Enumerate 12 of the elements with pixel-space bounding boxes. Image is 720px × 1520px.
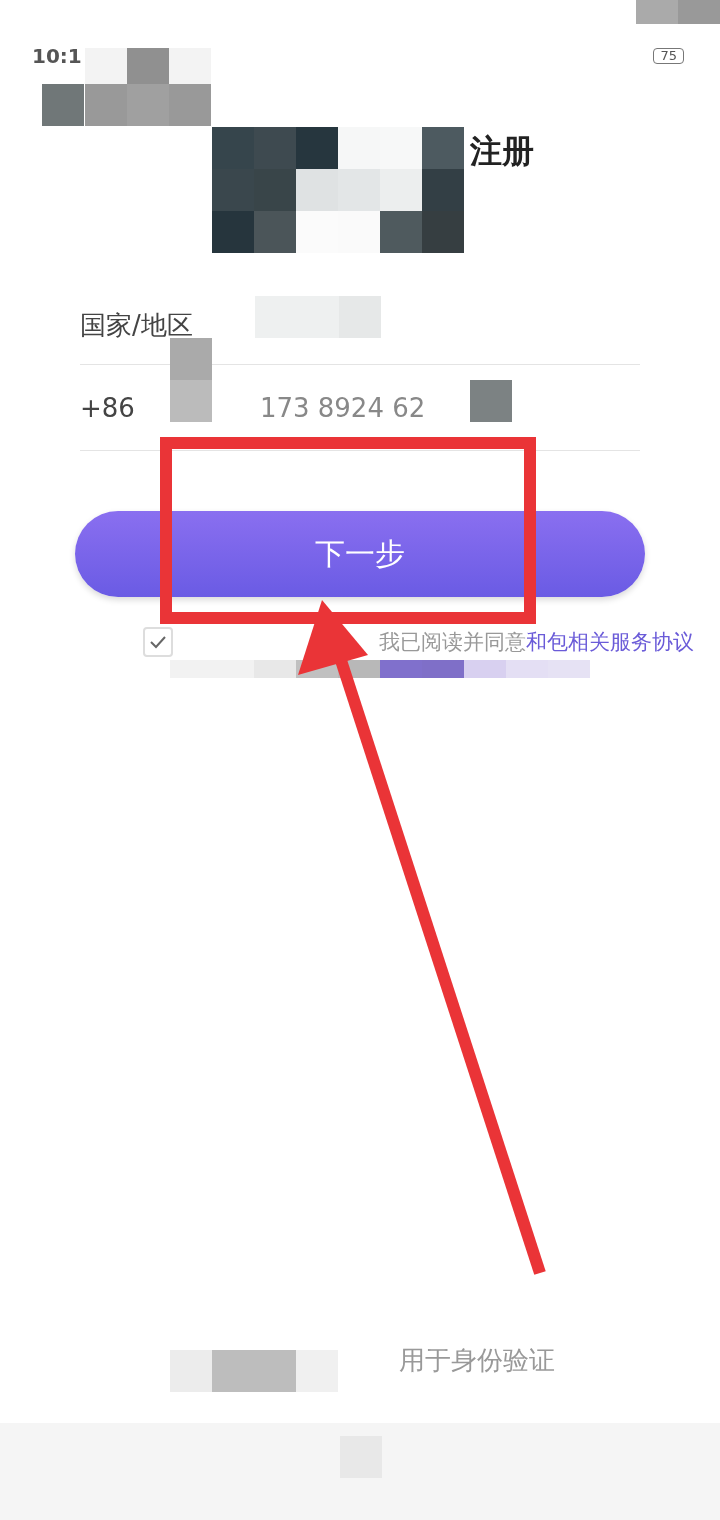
agreement-checkbox[interactable] (143, 627, 173, 657)
country-code[interactable]: +86 (80, 392, 135, 423)
footer-note: 用于身份验证 (399, 1344, 555, 1377)
agreement-link[interactable]: 和包相关服务协议 (526, 628, 694, 656)
page-title: 注册 (470, 131, 534, 172)
region-label[interactable]: 国家/地区 (80, 307, 193, 343)
battery-level: 75 (653, 48, 684, 64)
agreement-text: 我已阅读并同意 (379, 629, 526, 656)
status-time: 10:1 (32, 44, 82, 68)
phone-field[interactable]: 173 8924 62 (259, 392, 426, 423)
next-button[interactable]: 下一步 (75, 511, 645, 597)
mosaic-drawing (470, 380, 512, 422)
